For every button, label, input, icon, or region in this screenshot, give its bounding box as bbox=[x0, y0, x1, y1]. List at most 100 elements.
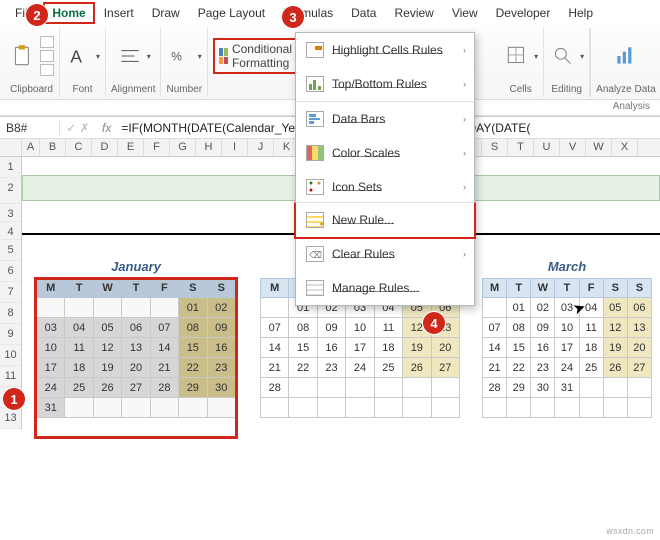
calendar-cell[interactable] bbox=[65, 298, 93, 318]
row-header-3[interactable]: 3 bbox=[0, 204, 21, 222]
row-header-13[interactable]: 13 bbox=[0, 408, 21, 429]
calendar-grid-jan[interactable]: MTWTFSS010203040506070809101112131415161… bbox=[36, 278, 236, 418]
calendar-cell[interactable]: 20 bbox=[122, 358, 150, 378]
calendar-cell[interactable]: 24 bbox=[555, 358, 579, 378]
calendar-grid-mar[interactable]: MTWTFSS010203040506070809101112131415161… bbox=[482, 278, 652, 418]
calendar-cell[interactable]: 10 bbox=[555, 318, 579, 338]
calendar-cell[interactable] bbox=[579, 378, 603, 398]
calendar-cell[interactable]: 01 bbox=[179, 298, 207, 318]
column-header-D[interactable]: D bbox=[92, 139, 118, 156]
calendar-cell[interactable]: 08 bbox=[289, 318, 317, 338]
column-header-E[interactable]: E bbox=[118, 139, 144, 156]
calendar-cell[interactable] bbox=[627, 378, 651, 398]
calendar-cell[interactable]: 12 bbox=[93, 338, 121, 358]
tab-page-layout[interactable]: Page Layout bbox=[189, 2, 274, 24]
calendar-cell[interactable] bbox=[483, 298, 507, 318]
row-header-4[interactable]: 4 bbox=[0, 222, 21, 240]
column-header-A[interactable]: A bbox=[22, 139, 40, 156]
menu-icon-sets[interactable]: ●●●Icon Sets› bbox=[296, 170, 474, 204]
calendar-cell[interactable] bbox=[603, 398, 627, 418]
calendar-cell[interactable] bbox=[261, 398, 289, 418]
calendar-cell[interactable]: 17 bbox=[346, 338, 374, 358]
calendar-cell[interactable]: 09 bbox=[317, 318, 345, 338]
column-header-I[interactable]: I bbox=[222, 139, 248, 156]
menu-new-rule[interactable]: New Rule... bbox=[294, 202, 476, 239]
row-header-6[interactable]: 6 bbox=[0, 261, 21, 282]
font-icon[interactable]: A bbox=[65, 42, 93, 70]
calendar-cell[interactable] bbox=[93, 398, 121, 418]
copy-icon[interactable] bbox=[40, 50, 54, 62]
calendar-cell[interactable] bbox=[403, 398, 431, 418]
tab-data[interactable]: Data bbox=[342, 2, 385, 24]
calendar-cell[interactable]: 08 bbox=[179, 318, 207, 338]
column-header-C[interactable]: C bbox=[66, 139, 92, 156]
calendar-cell[interactable]: 06 bbox=[122, 318, 150, 338]
chevron-down-icon[interactable]: ▾ bbox=[534, 52, 538, 61]
calendar-cell[interactable]: 09 bbox=[207, 318, 235, 338]
calendar-cell[interactable]: 15 bbox=[289, 338, 317, 358]
calendar-cell[interactable]: 19 bbox=[603, 338, 627, 358]
calendar-cell[interactable]: 17 bbox=[555, 338, 579, 358]
paste-button[interactable] bbox=[9, 42, 37, 70]
calendar-cell[interactable]: 14 bbox=[150, 338, 178, 358]
column-header-S[interactable]: S bbox=[482, 139, 508, 156]
calendar-cell[interactable] bbox=[374, 398, 402, 418]
editing-icon[interactable] bbox=[549, 42, 577, 70]
calendar-cell[interactable] bbox=[555, 398, 579, 418]
calendar-cell[interactable]: 09 bbox=[531, 318, 555, 338]
calendar-cell[interactable]: 15 bbox=[179, 338, 207, 358]
calendar-cell[interactable]: 26 bbox=[403, 358, 431, 378]
calendar-cell[interactable]: 03 bbox=[37, 318, 65, 338]
alignment-icon[interactable] bbox=[116, 42, 144, 70]
calendar-cell[interactable] bbox=[346, 378, 374, 398]
menu-highlight-cells-rules[interactable]: Highlight Cells Rules› bbox=[296, 33, 474, 67]
column-header-J[interactable]: J bbox=[248, 139, 274, 156]
calendar-cell[interactable]: 01 bbox=[507, 298, 531, 318]
menu-clear-rules[interactable]: Clear Rules› bbox=[296, 237, 474, 271]
calendar-cell[interactable]: 18 bbox=[374, 338, 402, 358]
row-header-10[interactable]: 10 bbox=[0, 345, 21, 366]
tab-insert[interactable]: Insert bbox=[95, 2, 143, 24]
calendar-cell[interactable]: 07 bbox=[483, 318, 507, 338]
row-header-2[interactable]: 2 bbox=[0, 178, 21, 204]
calendar-cell[interactable]: 17 bbox=[37, 358, 65, 378]
chevron-down-icon[interactable]: ▾ bbox=[96, 52, 100, 61]
calendar-cell[interactable] bbox=[431, 378, 459, 398]
calendar-cell[interactable]: 22 bbox=[289, 358, 317, 378]
column-header-X[interactable]: X bbox=[612, 139, 638, 156]
chevron-down-icon[interactable]: ▾ bbox=[147, 52, 151, 61]
calendar-cell[interactable] bbox=[122, 298, 150, 318]
calendar-cell[interactable]: 24 bbox=[37, 378, 65, 398]
format-painter-icon[interactable] bbox=[40, 64, 54, 76]
calendar-cell[interactable]: 19 bbox=[403, 338, 431, 358]
calendar-cell[interactable] bbox=[431, 398, 459, 418]
calendar-cell[interactable]: 29 bbox=[179, 378, 207, 398]
calendar-cell[interactable]: 10 bbox=[37, 338, 65, 358]
calendar-cell[interactable] bbox=[207, 398, 235, 418]
calendar-cell[interactable]: 10 bbox=[346, 318, 374, 338]
calendar-cell[interactable]: 07 bbox=[261, 318, 289, 338]
calendar-cell[interactable] bbox=[179, 398, 207, 418]
calendar-cell[interactable] bbox=[531, 398, 555, 418]
calendar-cell[interactable]: 30 bbox=[207, 378, 235, 398]
row-header-8[interactable]: 8 bbox=[0, 303, 21, 324]
calendar-cell[interactable] bbox=[150, 398, 178, 418]
calendar-cell[interactable] bbox=[65, 398, 93, 418]
cells-icon[interactable] bbox=[503, 42, 531, 70]
tab-home[interactable]: Home bbox=[43, 2, 94, 24]
tab-view[interactable]: View bbox=[443, 2, 487, 24]
column-header-V[interactable]: V bbox=[560, 139, 586, 156]
cut-icon[interactable] bbox=[40, 36, 54, 48]
calendar-cell[interactable] bbox=[346, 398, 374, 418]
calendar-cell[interactable] bbox=[603, 378, 627, 398]
chevron-down-icon[interactable]: ▾ bbox=[198, 52, 202, 61]
menu-color-scales[interactable]: Color Scales› bbox=[296, 136, 474, 170]
calendar-cell[interactable] bbox=[150, 298, 178, 318]
calendar-cell[interactable]: 18 bbox=[579, 338, 603, 358]
tab-help[interactable]: Help bbox=[559, 2, 602, 24]
calendar-cell[interactable] bbox=[261, 298, 289, 318]
calendar-cell[interactable]: 18 bbox=[65, 358, 93, 378]
calendar-cell[interactable]: 12 bbox=[603, 318, 627, 338]
calendar-cell[interactable]: 11 bbox=[374, 318, 402, 338]
calendar-cell[interactable] bbox=[122, 398, 150, 418]
